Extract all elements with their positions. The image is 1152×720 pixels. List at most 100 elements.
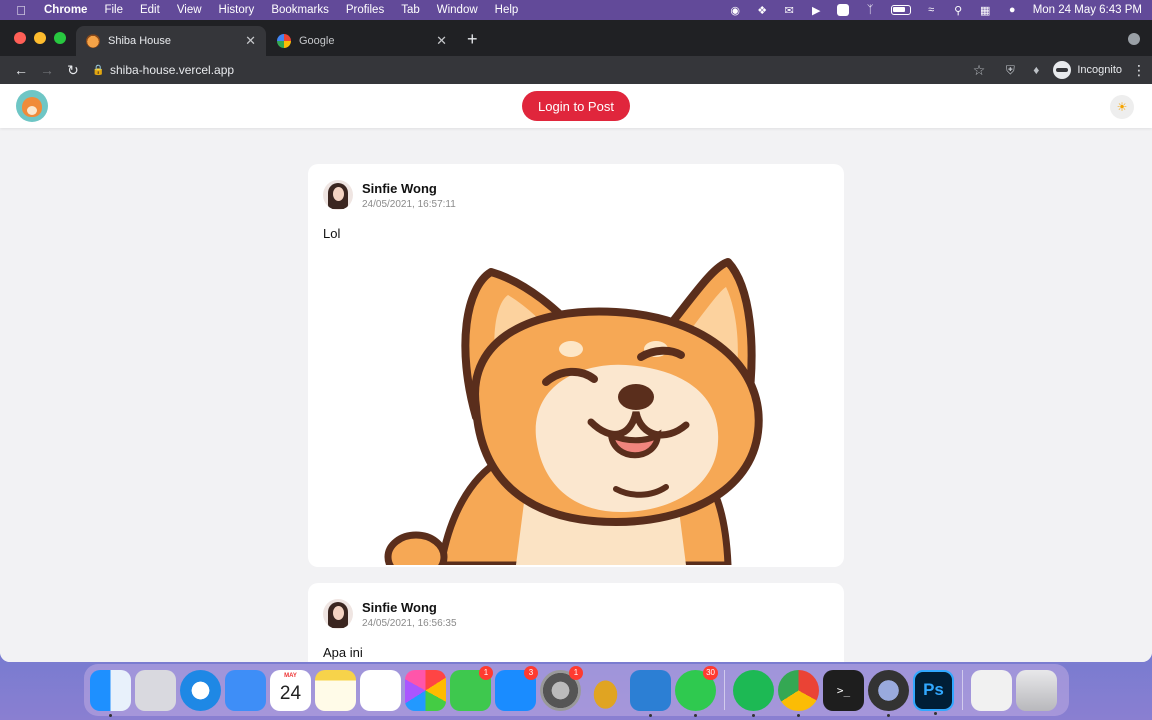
- menu-help[interactable]: Help: [495, 4, 519, 16]
- terminal-icon[interactable]: >_: [823, 669, 864, 711]
- tab-search-icon[interactable]: [1128, 33, 1140, 45]
- post-text: Lol: [323, 226, 341, 241]
- window-controls: [14, 32, 66, 44]
- dock: MAY 24 1 3 1 30 >_ Ps: [84, 664, 1069, 717]
- menu-history[interactable]: History: [219, 4, 255, 16]
- fullscreen-window-button[interactable]: [54, 32, 66, 44]
- incognito-profile-button[interactable]: Incognito: [1053, 61, 1122, 79]
- sun-icon[interactable]: ☀: [1110, 95, 1134, 119]
- post-header: Sinfie Wong 24/05/2021, 16:57:11: [323, 180, 829, 210]
- menu-edit[interactable]: Edit: [140, 4, 160, 16]
- reload-icon[interactable]: ↻: [60, 62, 86, 79]
- siri-icon[interactable]: ●: [1006, 4, 1019, 17]
- menu-bar:  Chrome File Edit View History Bookmark…: [0, 0, 1152, 20]
- post-timestamp: 24/05/2021, 16:56:35: [362, 617, 457, 629]
- bookmark-star-icon[interactable]: ☆: [973, 62, 986, 79]
- menu-view[interactable]: View: [177, 4, 202, 16]
- close-tab-icon[interactable]: ✕: [245, 33, 256, 49]
- tab-shiba-house[interactable]: Shiba House ✕: [76, 26, 266, 56]
- search-icon[interactable]: ⚲: [952, 4, 965, 17]
- shiba-logo[interactable]: [16, 90, 48, 122]
- trash-icon[interactable]: [1016, 669, 1057, 711]
- address-bar[interactable]: 🔒 shiba-house.vercel.app ☆: [92, 58, 997, 82]
- google-favicon-icon: [277, 34, 291, 48]
- lock-icon[interactable]: 🔒: [92, 65, 106, 76]
- tab-title: Google: [299, 35, 335, 47]
- avatar[interactable]: [323, 180, 353, 210]
- notification-icon[interactable]: ✉: [783, 4, 796, 17]
- close-tab-icon[interactable]: ✕: [436, 33, 447, 49]
- dropbox-icon[interactable]: ❖: [756, 4, 769, 17]
- post-meta: Sinfie Wong 24/05/2021, 16:57:11: [362, 181, 456, 210]
- app-store-badge: 3: [524, 665, 538, 680]
- login-to-post-button[interactable]: Login to Post: [522, 91, 630, 121]
- chrome-icon[interactable]: [778, 669, 819, 717]
- dock-separator: [724, 670, 725, 710]
- quicktime-icon[interactable]: [868, 669, 909, 717]
- tab-google[interactable]: Google ✕: [267, 26, 457, 56]
- post-card: Sinfie Wong 24/05/2021, 16:56:35 Apa ini: [308, 583, 844, 662]
- play-icon[interactable]: ▶: [810, 4, 823, 17]
- reminders-icon[interactable]: [360, 669, 401, 711]
- control-center-icon[interactable]: ▦: [979, 4, 992, 17]
- spotify-icon[interactable]: [733, 669, 774, 717]
- extensions-puzzle-icon[interactable]: ♦: [1023, 63, 1049, 77]
- menu-tab[interactable]: Tab: [401, 4, 420, 16]
- post-header: Sinfie Wong 24/05/2021, 16:56:35: [323, 599, 829, 629]
- shield-extension-icon[interactable]: ⛨: [997, 63, 1023, 78]
- battery-icon[interactable]: [890, 5, 911, 15]
- post-feed: Sinfie Wong 24/05/2021, 16:57:11 Lol Sin…: [308, 164, 844, 662]
- bluetooth-icon[interactable]: ᛉ: [864, 4, 877, 17]
- back-arrow-icon[interactable]: ←: [8, 62, 34, 78]
- url-text[interactable]: shiba-house.vercel.app: [110, 63, 234, 77]
- wifi-icon[interactable]: ≈: [925, 4, 938, 17]
- facetime-icon[interactable]: 1: [450, 665, 493, 711]
- author-name[interactable]: Sinfie Wong: [362, 600, 457, 615]
- incognito-icon: [1053, 61, 1072, 79]
- keyboard-a-icon[interactable]: [837, 4, 850, 17]
- photos-icon[interactable]: [405, 669, 446, 711]
- menu-bookmarks[interactable]: Bookmarks: [271, 4, 329, 16]
- page-content: Login to Post ☀ Sinfie Wong 24/05/2021, …: [0, 84, 1152, 662]
- avatar[interactable]: [323, 599, 353, 629]
- calendar-month: MAY: [284, 672, 297, 679]
- vscode-icon[interactable]: [630, 669, 671, 717]
- incognito-label: Incognito: [1077, 64, 1122, 76]
- whatsapp-icon[interactable]: 30: [675, 665, 718, 717]
- photoshop-icon[interactable]: Ps: [913, 669, 954, 715]
- system-preferences-icon[interactable]: 1: [540, 665, 583, 711]
- browser-window: Shiba House ✕ Google ✕ + ← → ↻ 🔒 shiba-h…: [0, 20, 1152, 662]
- whatsapp-badge: 30: [703, 665, 718, 680]
- more-options-icon[interactable]: ⋮: [1132, 62, 1146, 79]
- menu-app-name[interactable]: Chrome: [44, 4, 87, 16]
- apple-menu-icon[interactable]: : [10, 3, 32, 18]
- menu-profiles[interactable]: Profiles: [346, 4, 384, 16]
- site-header: Login to Post ☀: [0, 84, 1152, 128]
- finder-icon[interactable]: [90, 669, 131, 717]
- record-icon[interactable]: ◉: [729, 4, 742, 17]
- post-timestamp: 24/05/2021, 16:57:11: [362, 198, 456, 210]
- minimize-window-button[interactable]: [34, 32, 46, 44]
- photoshop-label: Ps: [923, 680, 944, 699]
- menu-file[interactable]: File: [104, 4, 123, 16]
- menu-window[interactable]: Window: [437, 4, 478, 16]
- app-store-icon[interactable]: 3: [495, 665, 538, 711]
- system-preferences-badge: 1: [569, 665, 583, 680]
- close-window-button[interactable]: [14, 32, 26, 44]
- new-tab-icon[interactable]: +: [467, 29, 478, 50]
- mail-icon[interactable]: [225, 669, 266, 711]
- documents-icon[interactable]: [971, 669, 1012, 711]
- menubar-clock[interactable]: Mon 24 May 6:43 PM: [1033, 4, 1142, 16]
- safari-icon[interactable]: [180, 669, 221, 711]
- pineapple-app-icon[interactable]: [585, 669, 626, 711]
- dock-separator: [962, 670, 963, 710]
- notes-icon[interactable]: [315, 669, 356, 711]
- post-text: Apa ini: [323, 645, 363, 660]
- shiba-dog-image: [356, 257, 796, 565]
- browser-toolbar: ← → ↻ 🔒 shiba-house.vercel.app ☆ ⛨ ♦ Inc…: [0, 56, 1152, 84]
- tab-title: Shiba House: [108, 35, 171, 47]
- calendar-icon[interactable]: MAY 24: [270, 669, 311, 711]
- forward-arrow-icon[interactable]: →: [34, 62, 60, 78]
- author-name[interactable]: Sinfie Wong: [362, 181, 456, 196]
- launchpad-icon[interactable]: [135, 669, 176, 711]
